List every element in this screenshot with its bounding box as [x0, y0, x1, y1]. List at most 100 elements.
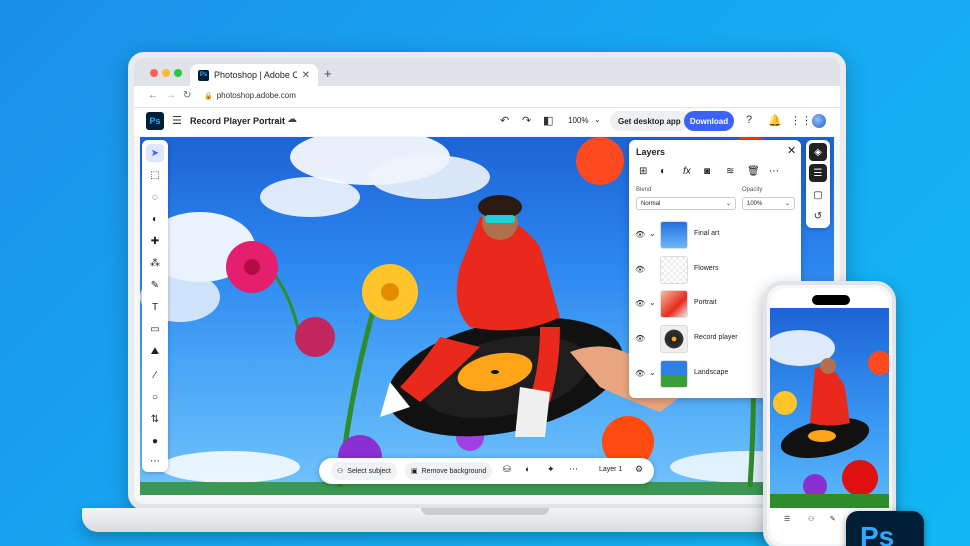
layer-name: Landscape: [694, 369, 729, 376]
delete-icon[interactable]: 🗑: [747, 166, 760, 177]
foreground-color-icon[interactable]: ○: [146, 388, 164, 406]
forward-icon[interactable]: →: [166, 90, 176, 101]
opacity-value: 100%: [747, 200, 763, 207]
visibility-eye-icon[interactable]: 👁: [635, 299, 645, 308]
remove-background-label: Remove background: [421, 467, 487, 475]
properties-panel-icon[interactable]: ☰: [809, 164, 827, 182]
select-subject-icon: ⚇: [337, 468, 344, 475]
more-tools-icon[interactable]: ⋯: [146, 452, 164, 470]
remove-background-button[interactable]: ▣ Remove background: [405, 462, 493, 480]
eyedropper-tool-icon[interactable]: ⁄: [146, 366, 164, 384]
new-tab-icon[interactable]: +: [324, 66, 332, 81]
current-layer-label[interactable]: Layer 1: [599, 466, 622, 473]
layer-thumbnail: [660, 360, 688, 388]
layer-name: Final art: [694, 230, 720, 237]
url-text: photoshop.adobe.com: [216, 91, 296, 100]
reload-icon[interactable]: ↻: [183, 90, 191, 101]
effects-sparkle-icon[interactable]: ✦: [547, 464, 555, 475]
layer-name: Flowers: [694, 265, 719, 272]
add-layer-icon[interactable]: ⊞: [639, 166, 647, 177]
dynamic-island: [812, 295, 850, 305]
download-button[interactable]: Download: [684, 111, 734, 131]
edit-icon[interactable]: ✎: [830, 515, 836, 523]
phone-device: 9:41 ☰ ⚇ ✎: [763, 281, 896, 546]
quick-select-tool-icon[interactable]: ◌: [146, 188, 164, 206]
window-close-button[interactable]: [150, 69, 158, 77]
layers-panel-icon[interactable]: ◈: [809, 143, 827, 161]
blend-mode-select[interactable]: Normal ⌄: [636, 197, 736, 210]
adjust-tool-icon[interactable]: ◐: [146, 210, 164, 228]
compare-icon[interactable]: ◧: [543, 114, 553, 127]
phone-canvas: [770, 308, 889, 508]
layers-panel-title: Layers: [636, 147, 666, 157]
select-subject-label: Select subject: [347, 467, 391, 475]
blend-label: Blend: [636, 187, 652, 193]
text-tool-icon[interactable]: T: [146, 298, 164, 316]
right-panel-rail: ◈ ☰ ▢ ↺: [806, 140, 830, 228]
phone-artwork: [770, 330, 889, 508]
more-options-icon[interactable]: ⋯: [569, 464, 578, 475]
healing-tool-icon[interactable]: ✚: [146, 232, 164, 250]
expand-chevron-icon[interactable]: ⌄: [649, 229, 656, 238]
tab-close-icon[interactable]: ✕: [302, 70, 310, 81]
adjust-icon[interactable]: ◐: [525, 464, 530, 474]
history-icon[interactable]: ↺: [809, 207, 827, 225]
blend-mode-value: Normal: [641, 200, 661, 207]
window-minimize-button[interactable]: [162, 69, 170, 77]
browser-tabbar: Ps Photoshop | Adobe Creative ✕ +: [134, 58, 840, 86]
select-subject-button[interactable]: ⚇ Select subject: [331, 462, 397, 480]
contextual-taskbar: ⚇ Select subject ▣ Remove background ⛁ ◐…: [319, 458, 654, 484]
apps-grid-icon[interactable]: ⋮⋮: [790, 114, 812, 127]
effects-icon[interactable]: fx: [683, 166, 691, 177]
opacity-select[interactable]: 100% ⌄: [742, 197, 795, 210]
window-maximize-button[interactable]: [174, 69, 182, 77]
layer-thumbnail: [660, 221, 688, 249]
url-field[interactable]: 🔒 photoshop.adobe.com: [204, 91, 296, 100]
expand-chevron-icon[interactable]: ⌄: [649, 368, 656, 377]
layer-thumbnail: [660, 290, 688, 318]
photoshop-logo[interactable]: Ps: [146, 112, 164, 130]
select-subject-icon[interactable]: ⚇: [808, 515, 814, 523]
visibility-eye-icon[interactable]: 👁: [635, 265, 645, 274]
photoshop-app-icon: Ps: [846, 511, 924, 546]
stack-icon[interactable]: ≋: [726, 166, 734, 177]
browser-tab[interactable]: Ps Photoshop | Adobe Creative ✕: [190, 64, 318, 86]
adjustment-layer-icon[interactable]: ◐: [660, 166, 666, 177]
avatar[interactable]: [812, 114, 826, 128]
document-title[interactable]: Record Player Portrait: [190, 116, 285, 126]
redo-icon[interactable]: ↷: [522, 114, 531, 127]
shape-tool-icon[interactable]: ▭: [146, 320, 164, 338]
layer-properties-icon[interactable]: ☰: [784, 515, 790, 523]
visibility-eye-icon[interactable]: 👁: [635, 369, 645, 378]
brush-tool-icon[interactable]: ✎: [146, 276, 164, 294]
layer-row-final-art[interactable]: 👁 ⌄ Final art: [629, 218, 801, 252]
zoom-level[interactable]: 100%: [568, 116, 588, 125]
notifications-icon[interactable]: 🔔: [768, 114, 782, 127]
layer-thumbnail: [660, 256, 688, 284]
hamburger-menu-icon[interactable]: ☰: [172, 114, 182, 127]
close-icon[interactable]: ✕: [787, 144, 796, 157]
tools-toolbar: ➤ ⬚ ◌ ◐ ✚ ⁂ ✎ T ▭ ⛰ ⁄ ○ ⇅ ● ⋯: [142, 140, 168, 472]
chevron-down-icon: ⌄: [725, 201, 731, 207]
visibility-eye-icon[interactable]: 👁: [635, 230, 645, 239]
clone-tool-icon[interactable]: ⁂: [146, 254, 164, 272]
comments-icon[interactable]: ▢: [809, 186, 827, 204]
phone-screen: 9:41 ☰ ⚇ ✎: [770, 288, 889, 544]
background-color-icon[interactable]: ●: [146, 432, 164, 450]
selection-tool-icon[interactable]: ⬚: [146, 166, 164, 184]
get-desktop-app-button[interactable]: Get desktop app: [610, 111, 689, 131]
expand-chevron-icon[interactable]: ⌄: [649, 298, 656, 307]
back-icon[interactable]: ←: [148, 90, 158, 101]
layer-settings-icon[interactable]: ⚙: [635, 464, 643, 475]
chevron-down-icon[interactable]: ⌄: [273, 115, 280, 124]
visibility-eye-icon[interactable]: 👁: [635, 334, 645, 343]
more-options-icon[interactable]: ⋯: [769, 166, 779, 177]
help-icon[interactable]: ?: [746, 114, 752, 126]
generative-fill-icon[interactable]: ⛁: [503, 464, 511, 475]
undo-icon[interactable]: ↶: [500, 114, 509, 127]
mask-icon[interactable]: ◙: [704, 166, 710, 177]
swap-colors-icon[interactable]: ⇅: [146, 410, 164, 428]
move-tool-icon[interactable]: ➤: [146, 144, 164, 162]
image-tool-icon[interactable]: ⛰: [146, 342, 164, 360]
zoom-chevron-icon[interactable]: ⌄: [594, 115, 601, 124]
